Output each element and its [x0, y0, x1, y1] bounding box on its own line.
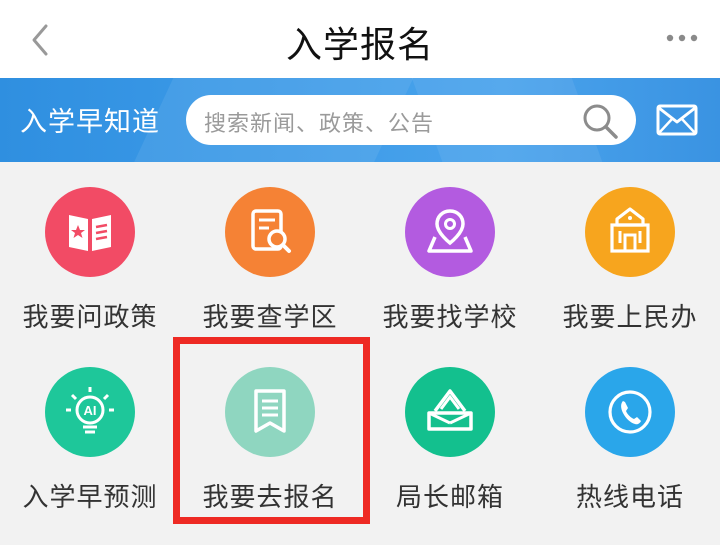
phone-icon — [608, 390, 652, 434]
mail-icon[interactable] — [656, 100, 698, 140]
page-title: 入学报名 — [285, 25, 434, 66]
service-label: 热线电话 — [575, 483, 684, 513]
svg-text:AI: AI — [84, 403, 97, 418]
service-school-district[interactable]: 我要查学区 — [180, 162, 360, 342]
document-search-icon — [251, 209, 291, 253]
service-icon-circle — [45, 187, 135, 277]
service-icon-circle — [405, 367, 495, 457]
mailbox-icon — [427, 389, 473, 431]
service-register[interactable]: 我要去报名 — [180, 342, 360, 522]
service-icon-circle — [585, 367, 675, 457]
service-icon-circle — [225, 367, 315, 457]
search-icon[interactable] — [580, 101, 620, 141]
search-input[interactable]: 搜索新闻、政策、公告 — [186, 95, 636, 145]
service-label: 局长邮箱 — [395, 483, 504, 513]
service-director-mailbox[interactable]: 局长邮箱 — [360, 342, 540, 522]
app-header: 入学报名 — [0, 0, 720, 78]
map-location-icon — [427, 209, 473, 253]
school-building-icon — [610, 207, 650, 253]
service-private-school[interactable]: 我要上民办 — [540, 162, 720, 342]
more-button[interactable] — [662, 26, 702, 50]
service-icon-circle: AI — [45, 367, 135, 457]
policy-book-icon — [69, 215, 111, 251]
service-policy[interactable]: 我要问政策 — [0, 162, 180, 342]
service-grid: 我要问政策 我要查学区 我要找学校 我要上民办 AI 入学早预测 我要去报名 局… — [0, 162, 720, 545]
ai-bulb-icon: AI — [66, 387, 114, 434]
service-icon-circle — [225, 187, 315, 277]
service-label: 我要查学区 — [202, 303, 338, 333]
service-label: 我要找学校 — [382, 303, 518, 333]
service-find-school[interactable]: 我要找学校 — [360, 162, 540, 342]
service-label: 我要去报名 — [202, 483, 338, 513]
banner-label: 入学早知道 — [20, 107, 160, 138]
search-placeholder: 搜索新闻、政策、公告 — [204, 112, 435, 137]
more-dots-icon — [666, 34, 698, 42]
service-label: 我要问政策 — [22, 303, 158, 333]
search-banner: 入学早知道 搜索新闻、政策、公告 — [0, 78, 720, 162]
service-icon-circle — [405, 187, 495, 277]
service-label: 我要上民办 — [562, 303, 698, 333]
service-icon-circle — [585, 187, 675, 277]
service-prediction[interactable]: AI 入学早预测 — [0, 342, 180, 522]
service-label: 入学早预测 — [22, 483, 158, 513]
service-hotline[interactable]: 热线电话 — [540, 342, 720, 522]
bookmark-page-icon — [254, 389, 286, 433]
